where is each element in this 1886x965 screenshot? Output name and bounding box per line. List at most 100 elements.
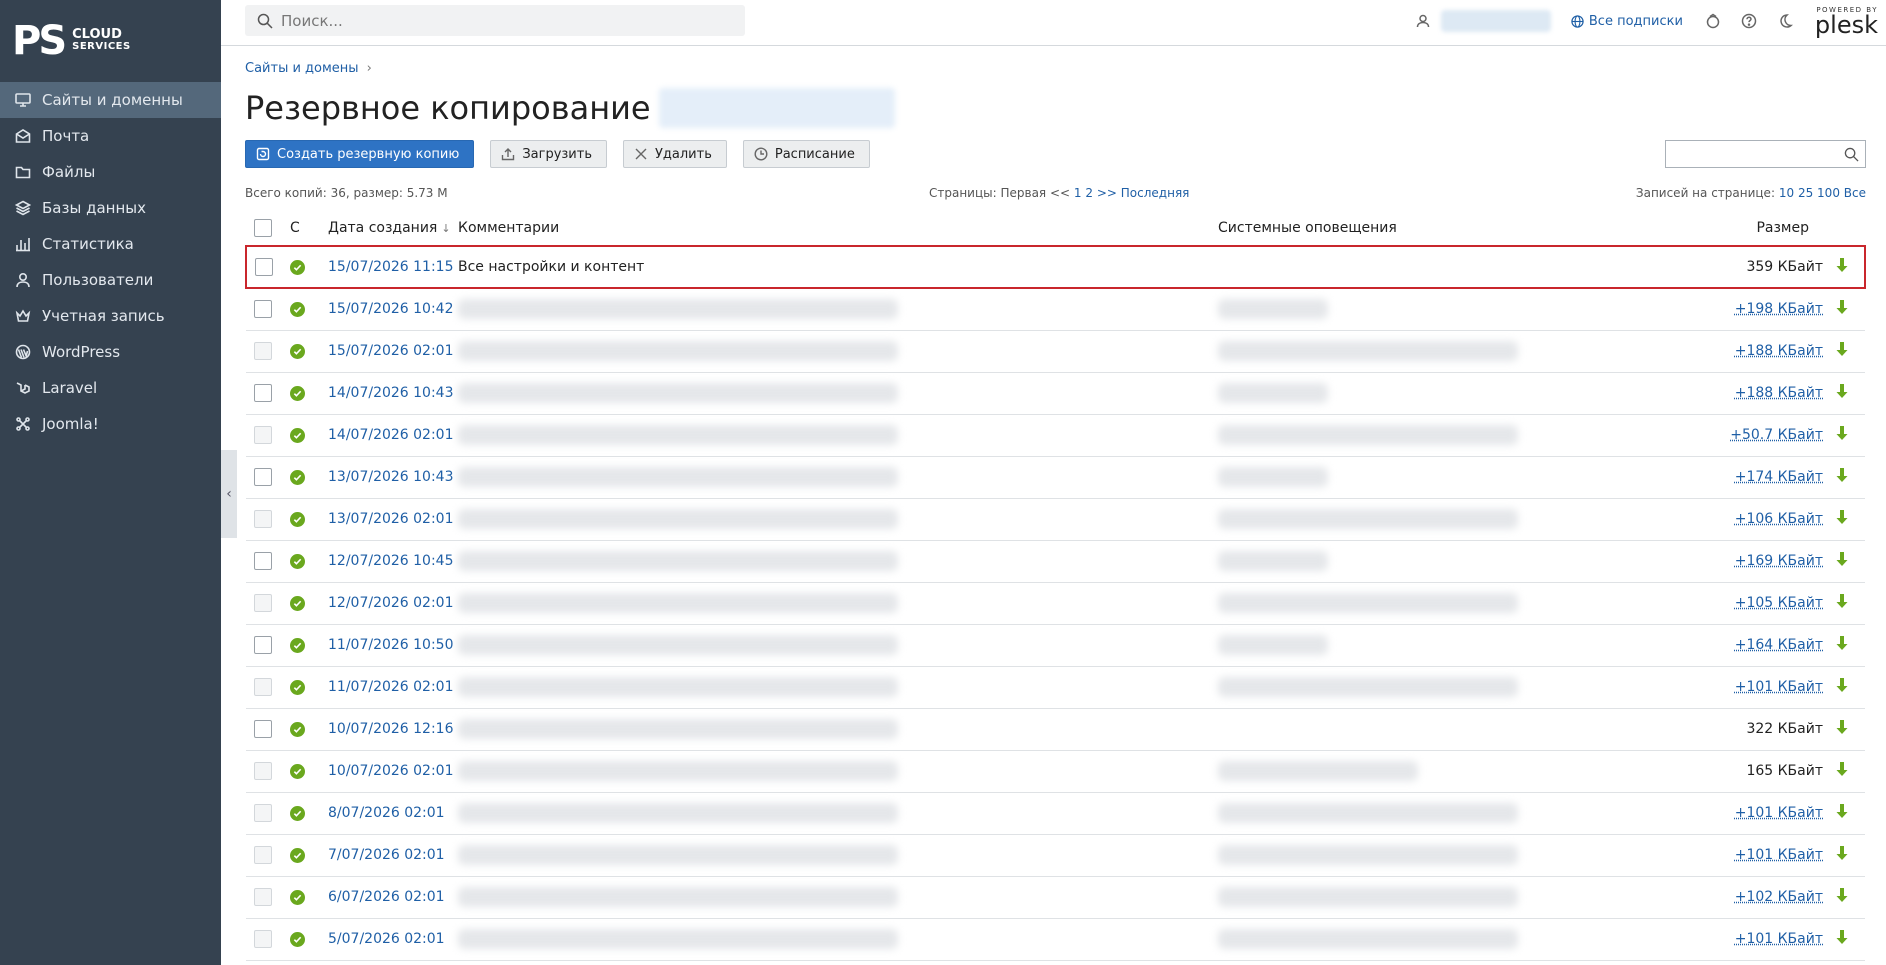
download-arrow-icon[interactable]: [1835, 846, 1849, 865]
backup-size-link[interactable]: +101 КБайт: [1735, 931, 1823, 947]
download-arrow-icon[interactable]: [1835, 384, 1849, 403]
backup-size-link[interactable]: +198 КБайт: [1735, 301, 1823, 317]
backup-date-link[interactable]: 11/07/2026 02:01: [328, 679, 454, 695]
backup-date-link[interactable]: 14/07/2026 02:01: [328, 427, 454, 443]
sidebar-item-user[interactable]: Пользователи: [0, 262, 221, 298]
row-checkbox[interactable]: [254, 678, 272, 696]
user-icon[interactable]: [1413, 11, 1433, 31]
search-icon[interactable]: [1844, 147, 1859, 162]
backup-size-link[interactable]: +102 КБайт: [1735, 889, 1823, 905]
download-arrow-icon[interactable]: [1835, 552, 1849, 571]
download-arrow-icon[interactable]: [1835, 594, 1849, 613]
backup-size-link[interactable]: +105 КБайт: [1735, 595, 1823, 611]
search-input[interactable]: [281, 11, 721, 30]
sidebar-item-database[interactable]: Базы данных: [0, 190, 221, 226]
backup-date-link[interactable]: 15/07/2026 11:15: [328, 259, 454, 275]
backup-size-link[interactable]: +174 КБайт: [1735, 469, 1823, 485]
sidebar-item-mail[interactable]: Почта: [0, 118, 221, 154]
row-checkbox[interactable]: [254, 846, 272, 864]
last-page-link[interactable]: Последняя: [1121, 186, 1190, 200]
sidebar-item-monitor[interactable]: Сайты и доменны: [0, 82, 221, 118]
backup-size-link[interactable]: +169 КБайт: [1735, 553, 1823, 569]
row-checkbox[interactable]: [254, 720, 272, 738]
sidebar-item-chart[interactable]: Статистика: [0, 226, 221, 262]
row-checkbox[interactable]: [255, 258, 273, 276]
row-checkbox[interactable]: [254, 930, 272, 948]
backup-size-link[interactable]: +101 КБайт: [1735, 805, 1823, 821]
row-checkbox[interactable]: [254, 342, 272, 360]
delete-button[interactable]: Удалить: [622, 140, 727, 168]
download-arrow-icon[interactable]: [1835, 426, 1849, 445]
per-page-100[interactable]: 100: [1817, 186, 1840, 200]
backup-date-link[interactable]: 10/07/2026 02:01: [328, 763, 454, 779]
download-arrow-icon[interactable]: [1835, 678, 1849, 697]
page-2-link[interactable]: 2: [1085, 186, 1093, 200]
row-checkbox[interactable]: [254, 888, 272, 906]
backup-size-link[interactable]: +164 КБайт: [1735, 637, 1823, 653]
date-column-header[interactable]: Дата создания ↓: [328, 210, 458, 247]
download-arrow-icon[interactable]: [1835, 300, 1849, 319]
backup-date-link[interactable]: 8/07/2026 02:01: [328, 805, 445, 821]
table-search-input[interactable]: [1674, 142, 1844, 166]
backup-size-link[interactable]: +50.7 КБайт: [1730, 427, 1823, 443]
backup-date-link[interactable]: 13/07/2026 02:01: [328, 511, 454, 527]
download-arrow-icon[interactable]: [1835, 636, 1849, 655]
global-search[interactable]: [245, 5, 745, 36]
subscriptions-selector[interactable]: Все подписки: [1571, 14, 1683, 29]
backup-date-link[interactable]: 7/07/2026 02:01: [328, 847, 445, 863]
download-arrow-icon[interactable]: [1835, 930, 1849, 949]
download-arrow-icon[interactable]: [1835, 510, 1849, 529]
upload-button[interactable]: Загрузить: [490, 140, 607, 168]
sidebar-collapse-button[interactable]: ‹: [221, 450, 237, 538]
page-1-link[interactable]: 1: [1074, 186, 1082, 200]
row-checkbox[interactable]: [254, 300, 272, 319]
sidebar-item-laravel[interactable]: Laravel: [0, 370, 221, 406]
backup-size-link[interactable]: +106 КБайт: [1735, 511, 1823, 527]
backup-size-link[interactable]: +101 КБайт: [1735, 679, 1823, 695]
backup-date-link[interactable]: 14/07/2026 10:43: [328, 385, 454, 401]
sidebar-item-folder[interactable]: Файлы: [0, 154, 221, 190]
sidebar-item-wordpress[interactable]: WordPress: [0, 334, 221, 370]
schedule-button[interactable]: Расписание: [742, 140, 870, 168]
table-search[interactable]: [1665, 140, 1866, 168]
download-arrow-icon[interactable]: [1835, 762, 1849, 781]
sidebar-item-crown[interactable]: Учетная запись: [0, 298, 221, 334]
download-arrow-icon[interactable]: [1835, 888, 1849, 907]
download-arrow-icon[interactable]: [1835, 258, 1849, 277]
row-checkbox[interactable]: [254, 636, 272, 654]
backup-date-link[interactable]: 10/07/2026 12:16: [328, 721, 454, 737]
per-page-25[interactable]: 25: [1798, 186, 1813, 200]
row-checkbox[interactable]: [254, 384, 272, 402]
per-page-all[interactable]: Все: [1844, 186, 1866, 200]
help-icon[interactable]: [1739, 11, 1759, 31]
backup-date-link[interactable]: 11/07/2026 10:50: [328, 637, 454, 653]
per-page-10[interactable]: 10: [1779, 186, 1794, 200]
row-checkbox[interactable]: [254, 510, 272, 528]
user-name-redacted[interactable]: [1440, 10, 1551, 32]
download-arrow-icon[interactable]: [1835, 804, 1849, 823]
row-checkbox[interactable]: [254, 804, 272, 822]
backup-date-link[interactable]: 13/07/2026 10:43: [328, 469, 454, 485]
backup-date-link[interactable]: 12/07/2026 10:45: [328, 553, 454, 569]
backup-size-link[interactable]: +101 КБайт: [1735, 847, 1823, 863]
row-checkbox[interactable]: [254, 594, 272, 612]
feedback-icon[interactable]: [1703, 11, 1723, 31]
download-arrow-icon[interactable]: [1835, 720, 1849, 739]
backup-date-link[interactable]: 6/07/2026 02:01: [328, 889, 445, 905]
row-checkbox[interactable]: [254, 468, 272, 486]
backup-date-link[interactable]: 12/07/2026 02:01: [328, 595, 454, 611]
backup-size-link[interactable]: +188 КБайт: [1735, 343, 1823, 359]
breadcrumb-link[interactable]: Сайты и домены: [245, 61, 359, 76]
brand-logo[interactable]: PS CLOUD SERVICES: [0, 0, 221, 82]
download-arrow-icon[interactable]: [1835, 468, 1849, 487]
select-all-checkbox[interactable]: [254, 218, 272, 237]
backup-date-link[interactable]: 5/07/2026 02:01: [328, 931, 445, 947]
row-checkbox[interactable]: [254, 762, 272, 780]
create-backup-button[interactable]: Создать резервную копию: [245, 140, 475, 168]
next-page-link[interactable]: >>: [1097, 186, 1117, 200]
sidebar-item-joomla[interactable]: Joomla!: [0, 406, 221, 442]
download-arrow-icon[interactable]: [1835, 342, 1849, 361]
row-checkbox[interactable]: [254, 426, 272, 444]
backup-date-link[interactable]: 15/07/2026 10:42: [328, 301, 454, 317]
row-checkbox[interactable]: [254, 552, 272, 570]
